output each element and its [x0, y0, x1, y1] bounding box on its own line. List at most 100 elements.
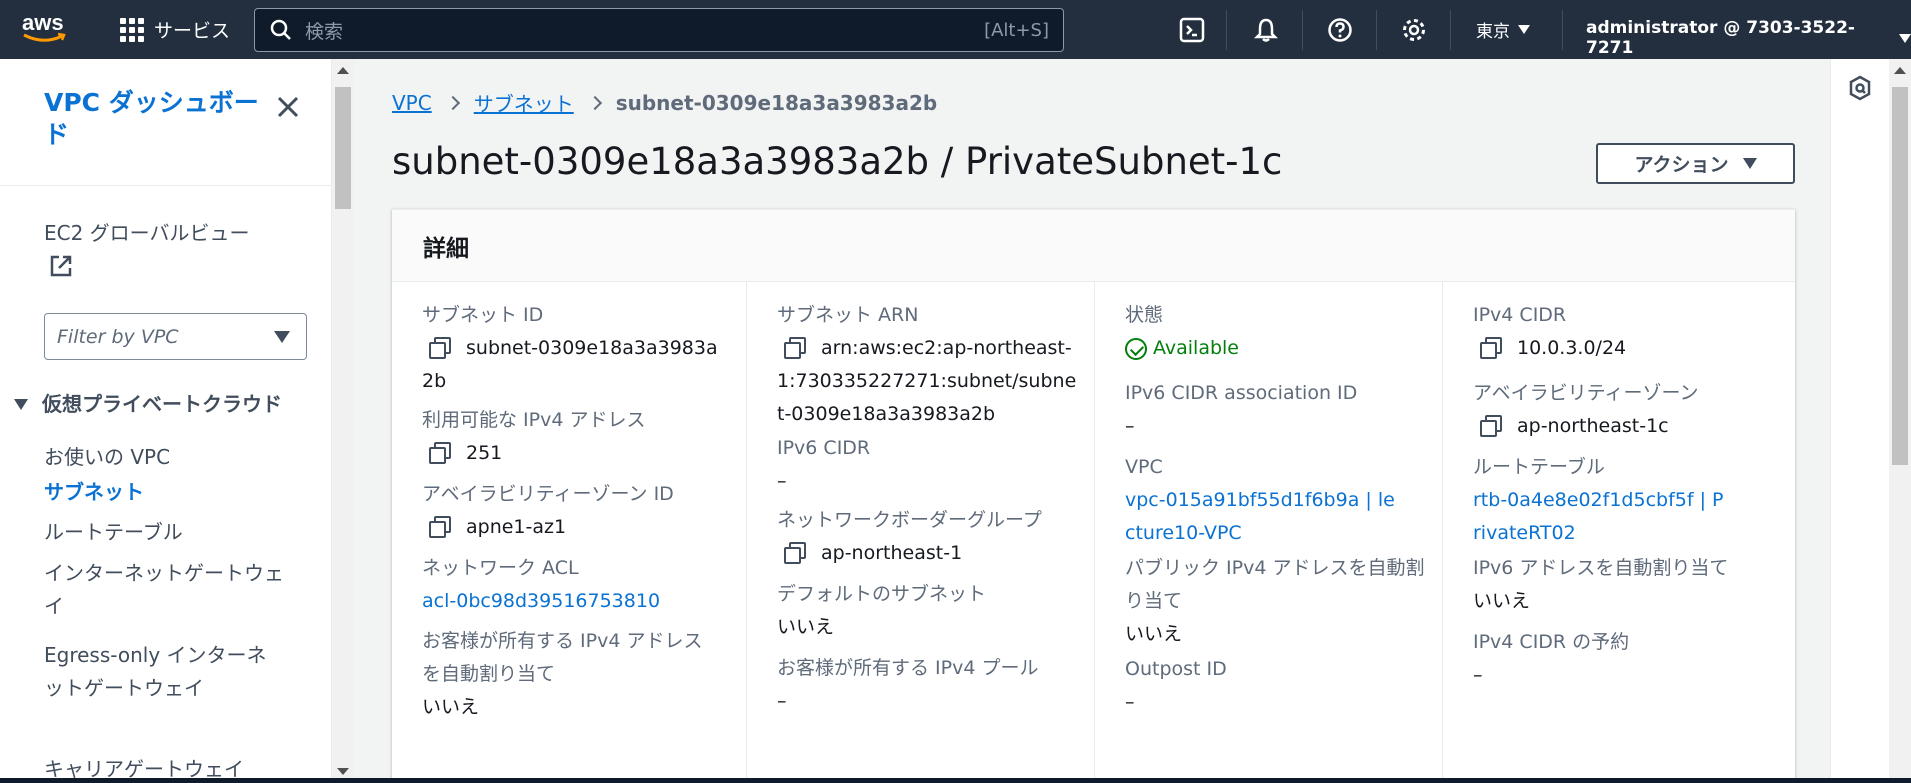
field-ipv4-cidr: IPv4 CIDR 10.0.3.0/24: [1473, 299, 1773, 365]
sidebar-item-your-vpcs[interactable]: お使いの VPC: [44, 441, 284, 474]
copy-icon[interactable]: [1479, 336, 1502, 359]
ipv6-cidr-value: –: [777, 470, 787, 492]
field-label: パブリック IPv4 アドレスを自動割り当て: [1125, 557, 1425, 612]
region-label: 東京: [1476, 22, 1510, 42]
sidebar-item-route-tables[interactable]: ルートテーブル: [44, 516, 284, 549]
grid-icon: [120, 17, 144, 42]
field-network-acl: ネットワーク ACL acl-0bc98d39516753810: [422, 552, 722, 618]
vpc-filter-select[interactable]: Filter by VPC: [44, 313, 307, 360]
page-scrollbar[interactable]: [1889, 59, 1911, 783]
help-icon[interactable]: [1324, 14, 1356, 46]
customer-owned-ipv4-pool-value: –: [777, 690, 787, 712]
route-table-link[interactable]: rtb-0a4e8e02f1d5cbf5f | PrivateRT02: [1473, 489, 1723, 544]
breadcrumb-vpc[interactable]: VPC: [392, 91, 432, 115]
check-circle-icon: [1125, 337, 1147, 360]
auto-assign-customer-ipv4-value: いいえ: [422, 696, 480, 718]
field-auto-assign-ipv6: IPv6 アドレスを自動割り当て いいえ: [1473, 552, 1773, 618]
details-panel: 詳細 サブネット ID subnet-0309e18a3a3983a2b 利用可…: [392, 209, 1795, 783]
network-acl-link[interactable]: acl-0bc98d39516753810: [422, 590, 660, 612]
bottom-bar: [0, 778, 1911, 783]
field-label: Outpost ID: [1125, 658, 1227, 680]
search-placeholder: 検索: [305, 20, 344, 43]
caret-down-icon: [1742, 158, 1757, 169]
search-input[interactable]: 検索 [Alt+S]: [254, 8, 1064, 52]
field-route-table: ルートテーブル rtb-0a4e8e02f1d5cbf5f | PrivateR…: [1473, 451, 1728, 550]
az-id-value: apne1-az1: [466, 516, 567, 538]
copy-icon[interactable]: [783, 336, 806, 359]
cloudshell-icon[interactable]: [1176, 14, 1208, 46]
chevron-right-icon: [587, 95, 602, 110]
account-label: administrator @ 7303-3522-7271: [1586, 18, 1855, 58]
sidebar-section-vpc[interactable]: 仮想プライベートクラウド: [14, 388, 284, 421]
subnet-arn-value: arn:aws:ec2:ap-northeast-1:730335227271:…: [777, 337, 1077, 425]
copy-icon[interactable]: [1479, 414, 1502, 437]
external-link-icon[interactable]: [48, 253, 74, 279]
page-title: subnet-0309e18a3a3983a2b / PrivateSubnet…: [392, 140, 1283, 183]
copy-icon[interactable]: [428, 515, 451, 538]
scroll-up-icon[interactable]: [1894, 67, 1906, 74]
ipv6-association-id-value: –: [1125, 415, 1135, 437]
sidebar-section-label: 仮想プライベートクラウド: [42, 392, 282, 416]
field-ipv6-association-id: IPv6 CIDR association ID –: [1125, 377, 1425, 443]
scroll-up-icon[interactable]: [337, 67, 349, 74]
status-badge: Available: [1125, 332, 1239, 365]
field-label: VPC: [1125, 456, 1163, 478]
sidebar-scrollbar[interactable]: [332, 59, 354, 783]
copy-icon[interactable]: [428, 336, 451, 359]
field-label: デフォルトのサブネット: [777, 583, 987, 605]
default-subnet-value: いいえ: [777, 616, 835, 638]
field-label: お客様が所有する IPv4 アドレスを自動割り当て: [422, 630, 703, 685]
actions-button[interactable]: アクション: [1596, 143, 1795, 184]
services-menu[interactable]: サービス: [120, 16, 230, 43]
scrollbar-thumb[interactable]: [335, 87, 351, 209]
copy-icon[interactable]: [783, 541, 806, 564]
field-outpost-id: Outpost ID –: [1125, 653, 1425, 719]
divider: [0, 185, 331, 186]
subnet-id-value: subnet-0309e18a3a3983a2b: [422, 337, 718, 392]
sidebar: VPC ダッシュボード EC2 グローバルビュー Filter by VPC 仮…: [0, 59, 332, 783]
available-ipv4-value: 251: [466, 442, 503, 464]
close-icon[interactable]: [274, 93, 302, 121]
breadcrumb-current: subnet-0309e18a3a3983a2b: [615, 90, 938, 115]
sidebar-item-ec2-global-view[interactable]: EC2 グローバルビュー: [44, 217, 249, 246]
info-panel-icon[interactable]: [1847, 75, 1873, 101]
field-auto-assign-public-ipv4: パブリック IPv4 アドレスを自動割り当て いいえ: [1125, 552, 1425, 651]
auto-assign-public-ipv4-value: いいえ: [1125, 623, 1183, 645]
details-column-1: サブネット ID subnet-0309e18a3a3983a2b 利用可能な …: [392, 282, 739, 783]
field-label: アベイラビリティーゾーン ID: [422, 483, 674, 505]
field-ipv6-cidr: IPv6 CIDR –: [777, 432, 1077, 498]
auto-assign-ipv6-value: いいえ: [1473, 590, 1531, 612]
sidebar-item-subnets[interactable]: サブネット: [44, 476, 284, 509]
sidebar-item-internet-gateways[interactable]: インターネットゲートウェイ: [44, 557, 284, 623]
field-label: サブネット ID: [422, 304, 544, 326]
search-shortcut: [Alt+S]: [984, 19, 1049, 41]
caret-down-icon: [14, 399, 28, 410]
scrollbar-thumb[interactable]: [1892, 87, 1908, 465]
settings-icon[interactable]: [1398, 14, 1430, 46]
sidebar-title[interactable]: VPC ダッシュボード: [44, 87, 274, 151]
scroll-down-icon[interactable]: [337, 768, 349, 775]
sidebar-item-egress-only-igw[interactable]: Egress-only インターネットゲートウェイ: [44, 639, 284, 705]
caret-down-icon: [274, 331, 290, 343]
field-state: 状態 Available: [1125, 299, 1425, 371]
aws-logo-text: aws: [22, 10, 64, 35]
account-menu[interactable]: administrator @ 7303-3522-7271: [1586, 18, 1911, 58]
top-navigation: aws サービス 検索 [Alt+S] 東京 administrator @ 7…: [0, 0, 1911, 59]
services-label: サービス: [154, 20, 231, 42]
aws-logo[interactable]: aws: [22, 12, 72, 48]
field-label: IPv6 CIDR: [777, 437, 871, 459]
field-label: ネットワーク ACL: [422, 557, 579, 579]
chevron-right-icon: [445, 95, 460, 110]
details-column-4: IPv4 CIDR 10.0.3.0/24 アベイラビリティーゾーン ap-no…: [1442, 282, 1789, 783]
field-auto-assign-customer-ipv4: お客様が所有する IPv4 アドレスを自動割り当て いいえ: [422, 625, 717, 724]
details-column-2: サブネット ARN arn:aws:ec2:ap-northeast-1:730…: [746, 282, 1093, 783]
bell-icon[interactable]: [1250, 14, 1282, 46]
copy-icon[interactable]: [428, 441, 451, 464]
field-subnet-id: サブネット ID subnet-0309e18a3a3983a2b: [422, 299, 722, 398]
region-selector[interactable]: 東京: [1476, 17, 1530, 42]
field-network-border-group: ネットワークボーダーグループ ap-northeast-1: [777, 504, 1077, 570]
breadcrumb-subnets[interactable]: サブネット: [474, 88, 574, 117]
field-az-id: アベイラビリティーゾーン ID apne1-az1: [422, 478, 722, 544]
availability-zone-value: ap-northeast-1c: [1517, 415, 1669, 437]
vpc-link[interactable]: vpc-015a91bf55d1f6b9a | lecture10-VPC: [1125, 489, 1395, 544]
